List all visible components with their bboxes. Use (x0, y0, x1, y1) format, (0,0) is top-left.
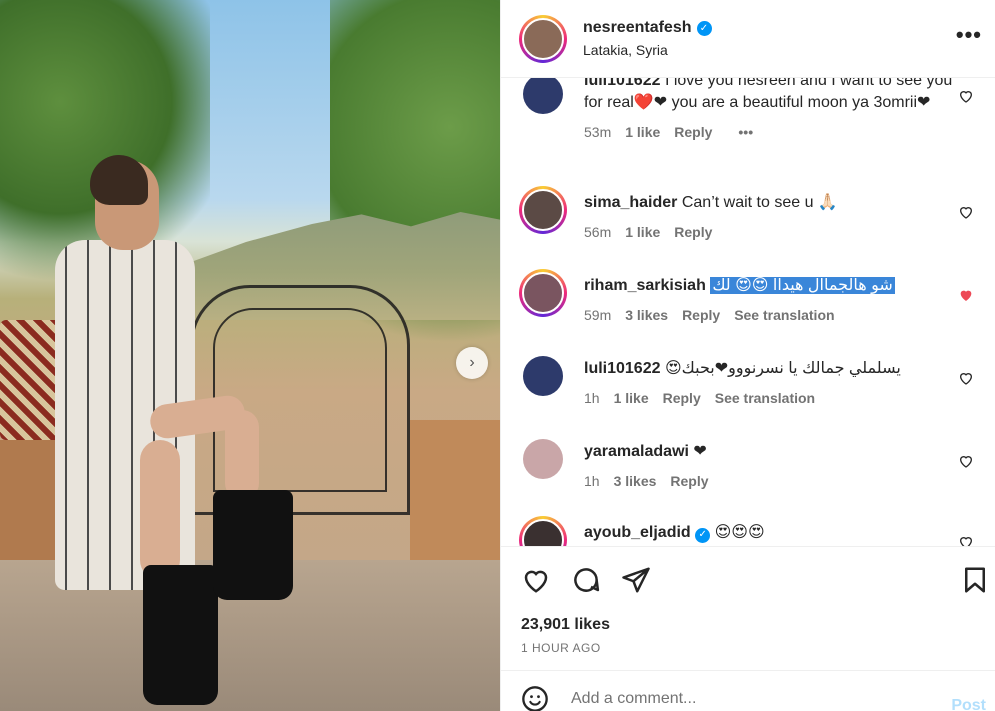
comment-time[interactable]: 56m (584, 224, 611, 240)
comment-likes[interactable]: 3 likes (614, 473, 657, 489)
photo-person-hair (90, 155, 148, 205)
post-location[interactable]: Latakia, Syria (583, 42, 712, 58)
comment-likes[interactable]: 1 like (614, 390, 649, 406)
comment-input[interactable] (571, 690, 931, 708)
comment-avatar[interactable] (523, 439, 563, 479)
author-avatar[interactable] (519, 14, 567, 63)
heart-outline-icon[interactable] (958, 534, 974, 546)
share-send-icon[interactable] (621, 565, 651, 595)
verified-badge-icon: ✓ (696, 20, 712, 36)
comment-likes[interactable]: 3 likes (625, 307, 668, 323)
comment-text: يسلملي جمالك يا نسرنووو❤بحبك😍 (664, 360, 901, 377)
save-bookmark-icon[interactable] (960, 565, 990, 595)
comment-username[interactable]: luli101622 (584, 360, 661, 377)
photo-person-boot (213, 490, 293, 600)
heart-outline-icon[interactable] (958, 88, 974, 104)
comment-item: luli101622 يسلملي جمالك يا نسرنووو❤بحبك😍… (519, 352, 984, 406)
comment-avatar[interactable] (523, 356, 563, 396)
heart-outline-icon[interactable] (958, 370, 974, 386)
comment-item: riham_sarkisiah شو هالجماال هيداا 😍😍 لك … (519, 269, 984, 323)
comment-avatar[interactable] (519, 516, 567, 546)
comment-item: luli101622 I love you nesreen and I want… (519, 78, 984, 140)
comment-bubble-icon[interactable] (571, 565, 601, 595)
verified-badge-icon: ✓ (695, 527, 711, 543)
comment-username[interactable]: yaramaladawi (584, 443, 689, 460)
reply-button[interactable]: Reply (674, 124, 712, 140)
post-photo[interactable]: › (0, 0, 500, 711)
comment-avatar[interactable] (519, 186, 567, 234)
comment-likes[interactable]: 1 like (625, 124, 660, 140)
post-header: nesreentafesh ✓ Latakia, Syria ••• (501, 0, 995, 78)
comment-item: ayoub_eljadid ✓ 😍😍😍 (519, 516, 984, 546)
post-actions (501, 546, 995, 616)
comment-time[interactable]: 1h (584, 473, 600, 489)
see-translation-button[interactable]: See translation (734, 307, 834, 323)
comment-text: Can’t wait to see u 🙏🏻 (681, 194, 838, 211)
post-comment-button[interactable]: Post (951, 697, 986, 711)
comment-username[interactable]: riham_sarkisiah (584, 277, 706, 294)
chevron-right-icon: › (469, 354, 475, 371)
heart-filled-icon[interactable] (958, 287, 974, 303)
reply-button[interactable]: Reply (682, 307, 720, 323)
photo-person-boot (143, 565, 218, 705)
comment-item: yaramaladawi ❤ 1h 3 likes Reply (519, 435, 984, 489)
author-username[interactable]: nesreentafesh (583, 19, 692, 37)
comment-text: شو هالجماال هيداا 😍😍 لك (710, 277, 895, 294)
like-heart-icon[interactable] (521, 565, 551, 595)
comment-username[interactable]: luli101622 (584, 78, 661, 89)
photo-bag (0, 320, 62, 440)
see-translation-button[interactable]: See translation (715, 390, 815, 406)
comment-username[interactable]: ayoub_eljadid (584, 524, 691, 541)
post-side-panel: nesreentafesh ✓ Latakia, Syria ••• luli1… (500, 0, 995, 711)
comment-more-icon[interactable]: ••• (738, 124, 753, 140)
heart-outline-icon[interactable] (958, 204, 974, 220)
comment-time[interactable]: 1h (584, 390, 600, 406)
add-comment-bar: Post (501, 670, 995, 711)
comment-text: 😍😍😍 (714, 524, 765, 541)
reply-button[interactable]: Reply (674, 224, 712, 240)
comment-likes[interactable]: 1 like (625, 224, 660, 240)
photo-person-leg (140, 440, 180, 580)
likes-count[interactable]: 23,901 likes (521, 616, 610, 634)
heart-outline-icon[interactable] (958, 453, 974, 469)
emoji-icon[interactable] (521, 685, 549, 711)
comment-avatar[interactable] (523, 78, 563, 114)
post-time[interactable]: 1 HOUR AGO (521, 641, 601, 655)
comment-username[interactable]: sima_haider (584, 194, 677, 211)
comment-time[interactable]: 59m (584, 307, 611, 323)
photo-person-leg (225, 410, 259, 500)
comment-avatar[interactable] (519, 269, 567, 317)
comment-item: sima_haider Can’t wait to see u 🙏🏻 56m 1… (519, 186, 984, 240)
reply-button[interactable]: Reply (670, 473, 708, 489)
comments-list[interactable]: luli101622 I love you nesreen and I want… (501, 78, 995, 546)
next-photo-button[interactable]: › (456, 347, 488, 379)
more-options-icon[interactable]: ••• (956, 22, 982, 48)
comment-time[interactable]: 53m (584, 124, 611, 140)
comment-text: ❤ (693, 443, 707, 460)
reply-button[interactable]: Reply (663, 390, 701, 406)
